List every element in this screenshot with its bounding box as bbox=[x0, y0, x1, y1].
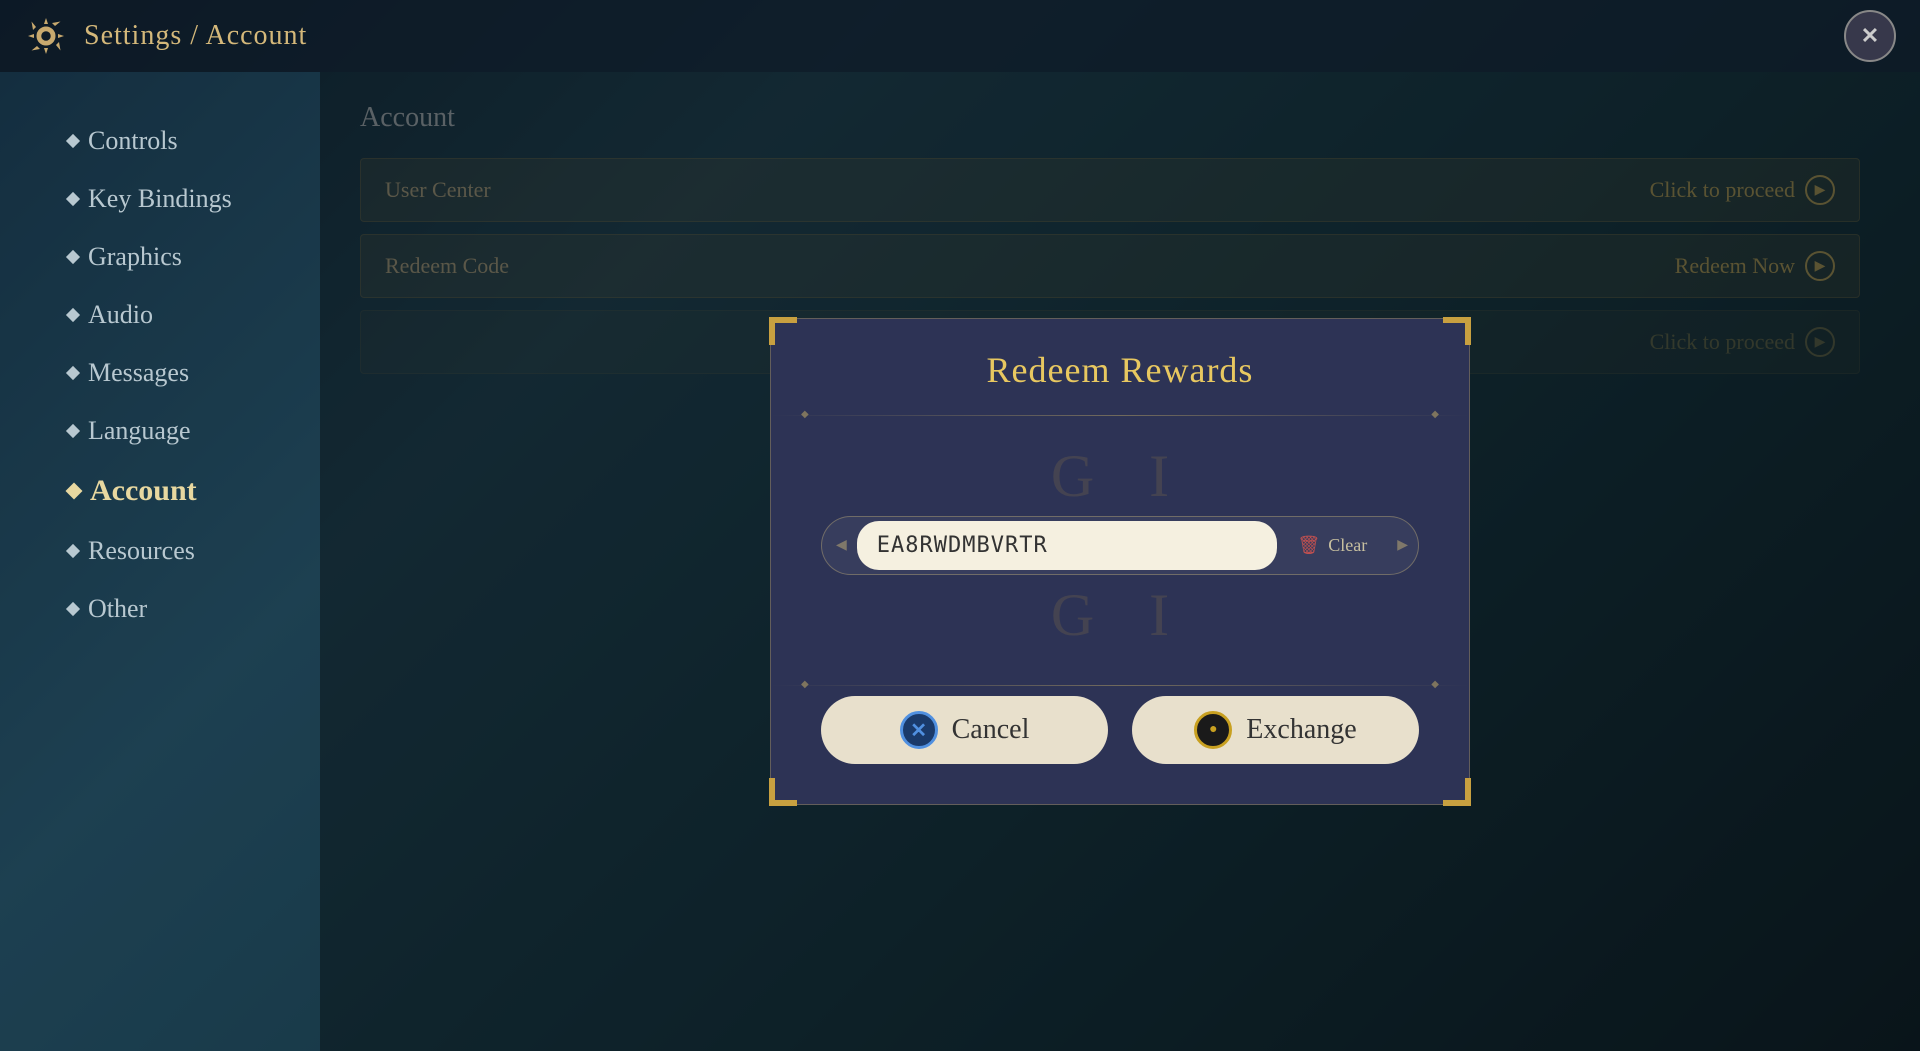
trash-icon: 🗑 bbox=[1297, 535, 1320, 556]
sidebar-item-key-bindings[interactable]: Key Bindings bbox=[60, 170, 300, 228]
corner-decoration-tl bbox=[769, 317, 797, 345]
sidebar-item-language[interactable]: Language bbox=[60, 402, 300, 460]
diamond-icon bbox=[66, 483, 83, 500]
exchange-icon: ● bbox=[1194, 711, 1232, 749]
sidebar-item-graphics[interactable]: Graphics bbox=[60, 228, 300, 286]
modal-watermark: G I bbox=[821, 436, 1419, 516]
modal-overlay: Redeem Rewards G I 🗑 Clear bbox=[320, 72, 1920, 1051]
sidebar-item-audio[interactable]: Audio bbox=[60, 286, 300, 344]
sidebar: Controls Key Bindings Graphics Audio Mes… bbox=[0, 72, 320, 1051]
code-input-row: 🗑 Clear bbox=[821, 516, 1419, 575]
exchange-button[interactable]: ● Exchange bbox=[1132, 696, 1419, 764]
modal-title: Redeem Rewards bbox=[771, 319, 1469, 415]
corner-decoration-tr bbox=[1443, 317, 1471, 345]
sidebar-item-controls[interactable]: Controls bbox=[60, 112, 300, 170]
modal-top-divider bbox=[771, 415, 1469, 416]
redeem-rewards-modal: Redeem Rewards G I 🗑 Clear bbox=[770, 318, 1470, 805]
clear-button[interactable]: 🗑 Clear bbox=[1277, 527, 1387, 564]
sidebar-item-account[interactable]: Account bbox=[60, 460, 300, 522]
redeem-code-input[interactable] bbox=[857, 521, 1278, 570]
diamond-icon bbox=[66, 424, 80, 438]
diamond-icon bbox=[66, 308, 80, 322]
modal-buttons: ✕ Cancel ● Exchange bbox=[771, 686, 1469, 764]
modal-body: G I 🗑 Clear G I bbox=[771, 416, 1469, 685]
diamond-icon bbox=[66, 602, 80, 616]
diamond-icon bbox=[66, 544, 80, 558]
header-title: Settings / Account bbox=[84, 20, 307, 52]
gear-icon bbox=[24, 14, 68, 58]
corner-decoration-bl bbox=[769, 778, 797, 806]
diamond-icon bbox=[66, 366, 80, 380]
diamond-icon bbox=[66, 134, 80, 148]
header-bar: Settings / Account ✕ bbox=[0, 0, 1920, 72]
modal-bottom-divider bbox=[771, 685, 1469, 686]
corner-decoration-br bbox=[1443, 778, 1471, 806]
sidebar-item-resources[interactable]: Resources bbox=[60, 522, 300, 580]
diamond-icon bbox=[66, 250, 80, 264]
main-layout: Controls Key Bindings Graphics Audio Mes… bbox=[0, 72, 1920, 1051]
cancel-button[interactable]: ✕ Cancel bbox=[821, 696, 1108, 764]
cancel-icon: ✕ bbox=[900, 711, 938, 749]
sidebar-item-messages[interactable]: Messages bbox=[60, 344, 300, 402]
diamond-icon bbox=[66, 192, 80, 206]
sidebar-item-other[interactable]: Other bbox=[60, 580, 300, 638]
modal-watermark-2: G I bbox=[821, 575, 1419, 655]
content-area: Account User Center Click to proceed ▶ R… bbox=[320, 72, 1920, 1051]
close-button[interactable]: ✕ bbox=[1844, 10, 1896, 62]
